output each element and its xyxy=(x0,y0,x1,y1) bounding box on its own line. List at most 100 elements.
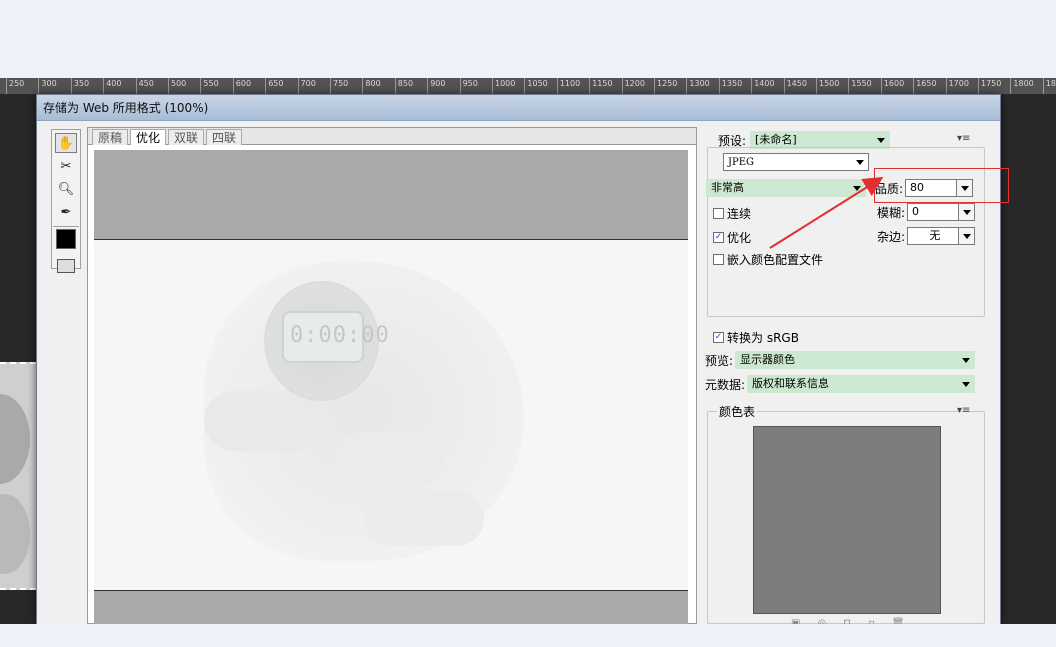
embed-profile-checkbox[interactable] xyxy=(713,254,724,265)
ruler-tick: 400 xyxy=(103,78,121,94)
ruler-tick: 1200 xyxy=(621,78,645,94)
ruler-tick: 1350 xyxy=(718,78,742,94)
toolbox: ✋ ✂ 🔍︎ ✒ xyxy=(51,129,81,273)
chevron-down-icon xyxy=(852,154,868,170)
matte-value: 无 xyxy=(929,229,941,242)
blur-value: 0 xyxy=(912,205,920,218)
color-table-menu-icon[interactable]: ▾≡ xyxy=(957,405,970,416)
ruler-tick: 1000 xyxy=(492,78,515,94)
toolbox-divider xyxy=(53,226,79,227)
ruler-tick: 750 xyxy=(330,78,348,94)
image-view-panel: 原稿 优化 双联 四联 0:00:00 xyxy=(87,127,697,624)
ruler-tick: 1450 xyxy=(783,78,807,94)
ruler-tick: 850 xyxy=(394,78,413,94)
ruler-tick: 650 xyxy=(265,78,283,94)
quality-level-value: 非常高 xyxy=(711,181,744,194)
blur-input[interactable]: 0 xyxy=(907,203,976,221)
dialog-title[interactable]: 存储为 Web 所用格式 (100%) xyxy=(37,95,1000,121)
horizontal-ruler: 250 300 350 400 450 500 550 600 650 700 750 800 850 9… xyxy=(0,78,1056,95)
preview-label: 预览: xyxy=(705,353,734,368)
ruler-tick: 800 xyxy=(362,78,381,94)
finger-shape xyxy=(334,431,444,486)
chevron-down-icon xyxy=(958,376,974,392)
ruler-tick: 450 xyxy=(135,78,154,94)
ruler-tick: 350 xyxy=(70,78,89,94)
matte-label: 杂边: xyxy=(877,229,906,244)
chevron-down-icon[interactable] xyxy=(958,228,975,244)
ruler-tick: 1600 xyxy=(880,78,904,94)
ruler-tick: 1700 xyxy=(945,78,969,94)
save-for-web-dialog: 存储为 Web 所用格式 (100%) ✋ ✂ 🔍︎ ✒ 原稿 优化 双联 四联 xyxy=(36,94,1001,624)
hand-icon[interactable]: ✋ xyxy=(55,133,77,153)
ruler-tick: 1400 xyxy=(751,78,775,94)
ruler-tick: 550 xyxy=(200,78,219,94)
chevron-down-icon xyxy=(873,132,889,148)
metadata-select[interactable]: 版权和联系信息 xyxy=(747,375,976,393)
tab-original[interactable]: 原稿 xyxy=(92,129,129,145)
dialog-body: ✋ ✂ 🔍︎ ✒ 原稿 优化 双联 四联 0:00:00 预设: [未命名] ▾… xyxy=(37,121,1000,624)
quality-level-select[interactable]: 非常高 xyxy=(706,179,866,197)
tab-4-up[interactable]: 四联 xyxy=(206,129,243,145)
ruler-tick: 1250 xyxy=(654,78,677,94)
ruler-tick: 300 xyxy=(38,78,57,94)
stopwatch-screen: 0:00:00 xyxy=(282,311,389,363)
stopwatch-digits: 0:00:00 xyxy=(290,323,390,348)
ruler-tick: 1100 xyxy=(556,78,580,94)
check-mark-icon: ✓ xyxy=(714,332,723,342)
progressive-label: 连续 xyxy=(727,207,752,221)
finger-shape xyxy=(204,391,324,451)
ruler-tick: 1750 xyxy=(978,78,1001,94)
ruler-tick: 900 xyxy=(427,78,445,94)
ruler-tick: 1800 xyxy=(1010,78,1034,94)
ruler-tick: 500 xyxy=(168,78,186,94)
ruler-tick: 700 xyxy=(297,78,316,94)
chevron-down-icon xyxy=(958,352,974,368)
check-mark-icon: ✓ xyxy=(714,232,723,242)
image-preview-area[interactable]: 0:00:00 xyxy=(94,150,688,624)
ruler-tick: 600 xyxy=(232,78,251,94)
preview-select[interactable]: 显示器颜色 xyxy=(735,351,976,369)
optimized-checkbox[interactable]: ✓ xyxy=(713,232,724,243)
zoom-icon[interactable]: 🔍︎ xyxy=(55,179,77,199)
view-tabs: 原稿 优化 双联 四联 xyxy=(88,128,696,145)
eyedropper-icon[interactable]: ✒ xyxy=(55,202,77,222)
preset-value: [未命名] xyxy=(755,133,797,146)
ruler-tick: 1500 xyxy=(816,78,839,94)
canvas-padding-bottom xyxy=(94,590,688,624)
color-table-label: 颜色表 xyxy=(719,405,756,419)
preview-toggle-icon[interactable] xyxy=(57,259,75,273)
metadata-value: 版权和联系信息 xyxy=(752,377,830,390)
format-select[interactable]: JPEG xyxy=(723,153,869,171)
optimized-image[interactable]: 0:00:00 xyxy=(94,241,688,590)
convert-srgb-checkbox[interactable]: ✓ xyxy=(713,332,724,343)
tab-optimized[interactable]: 优化 xyxy=(130,129,167,145)
chevron-down-icon xyxy=(849,180,865,196)
optimized-label: 优化 xyxy=(727,231,752,245)
ruler-tick: 1650 xyxy=(913,78,937,94)
metadata-label: 元数据: xyxy=(705,377,746,392)
embed-profile-label: 嵌入颜色配置文件 xyxy=(727,253,824,267)
ruler-tick: 950 xyxy=(459,78,478,94)
tab-2-up[interactable]: 双联 xyxy=(168,129,205,145)
chevron-down-icon[interactable] xyxy=(958,204,975,220)
background-document-image xyxy=(0,362,36,590)
color-swatch-icon[interactable] xyxy=(56,229,76,249)
canvas-padding-top xyxy=(94,150,688,240)
quality-highlight-box xyxy=(874,168,1009,203)
ruler-tick: 18 xyxy=(1042,78,1056,94)
matte-select[interactable]: 无 xyxy=(907,227,976,245)
convert-srgb-label: 转换为 sRGB xyxy=(727,331,799,345)
bottom-margin xyxy=(0,624,1056,647)
blur-label: 模糊: xyxy=(877,205,906,220)
photoshop-workspace: 250 300 350 400 450 500 550 600 650 700 750 800 850 9… xyxy=(0,78,1056,624)
finger-shape xyxy=(364,491,484,546)
color-table[interactable] xyxy=(753,426,941,614)
preview-value: 显示器颜色 xyxy=(740,353,796,366)
preset-label: 预设: xyxy=(718,133,747,148)
progressive-checkbox[interactable] xyxy=(713,208,724,219)
ruler-tick: 1550 xyxy=(848,78,872,94)
preset-menu-icon[interactable]: ▾≡ xyxy=(957,133,970,144)
slice-select-icon[interactable]: ✂ xyxy=(55,156,77,176)
top-margin xyxy=(0,0,1056,78)
stopwatch-image: 0:00:00 xyxy=(264,281,389,401)
